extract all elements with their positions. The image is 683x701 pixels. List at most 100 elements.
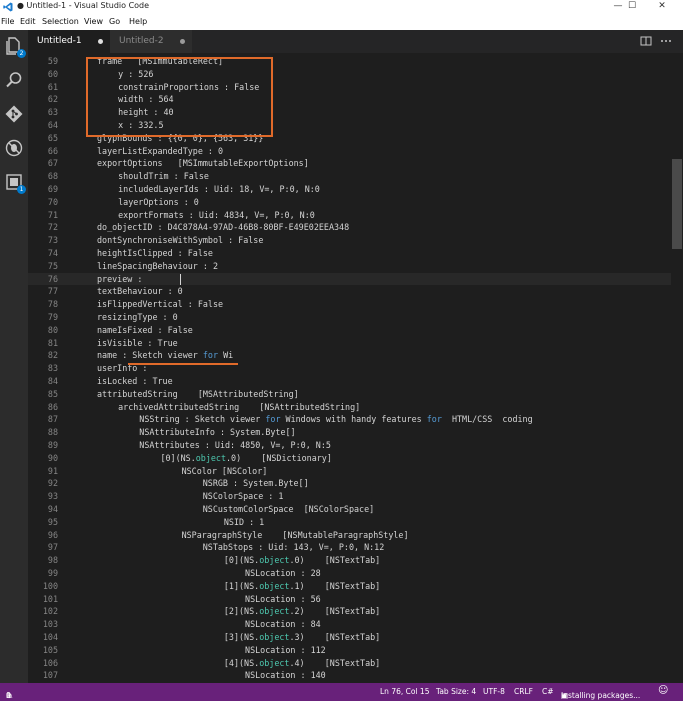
more-icon[interactable] bbox=[660, 35, 672, 47]
code-line[interactable]: 88 NSAttributeInfo : System.Byte[] bbox=[28, 426, 671, 439]
code-line[interactable]: 76 preview : bbox=[28, 272, 671, 286]
code-line[interactable]: 91 NSColor [NSColor] bbox=[28, 465, 671, 478]
scrollbar-thumb[interactable] bbox=[672, 159, 682, 249]
code-line[interactable]: 80 nameIsFixed : False bbox=[28, 324, 671, 337]
code-text: heightIsClipped : False bbox=[97, 248, 213, 258]
code-line[interactable]: 67 exportOptions [MSImmutableExportOption… bbox=[28, 157, 671, 170]
menu-bar: File Edit Selection View Go Help bbox=[0, 14, 683, 30]
line-number: 97 bbox=[47, 542, 58, 553]
code-line[interactable]: 89 NSAttributes : Uid: 4850, V=, P:0, N:5 bbox=[28, 439, 671, 452]
code-line[interactable]: 105 NSLocation : 112 bbox=[28, 644, 671, 657]
tab-untitled-2[interactable]: Untitled-2 bbox=[110, 30, 192, 53]
code-line[interactable]: 72 do_objectID : D4C878A4-97AD-46B8-80BF-… bbox=[28, 221, 671, 234]
tab-untitled-1[interactable]: Untitled-1 bbox=[28, 30, 110, 53]
code-line[interactable]: 87 NSString : Sketch viewer for Windows w… bbox=[28, 413, 671, 426]
line-number: 93 bbox=[47, 491, 58, 502]
code-line[interactable]: 107 NSLocation : 140 bbox=[28, 669, 671, 682]
code-line[interactable]: 96 NSParagraphStyle [NSMutableParagraphSt… bbox=[28, 529, 671, 542]
code-text: NSLocation : 140 bbox=[245, 670, 326, 681]
line-number: 77 bbox=[47, 286, 58, 297]
code-line[interactable]: 84 isLocked : True bbox=[28, 375, 671, 388]
language-mode[interactable]: C# bbox=[542, 687, 554, 696]
code-line[interactable]: 66 layerListExpandedType : 0 bbox=[28, 145, 671, 158]
code-text: dontSynchroniseWithSymbol : False bbox=[97, 235, 264, 246]
code-line[interactable]: 78 isFlippedVertical : False bbox=[28, 298, 671, 311]
line-number: 60 bbox=[47, 68, 58, 79]
smiley-icon[interactable]: ☺ bbox=[658, 685, 668, 696]
code-line[interactable]: 74 heightIsClipped : False bbox=[28, 247, 671, 260]
tab-size[interactable]: Tab Size: 4 bbox=[436, 687, 476, 696]
code-line[interactable]: 71 exportFormats : Uid: 4834, V=, P:0, N:… bbox=[28, 209, 671, 222]
close-button[interactable]: ✕ bbox=[649, 0, 675, 14]
menu-file[interactable]: File bbox=[1, 17, 14, 26]
code-line[interactable]: 82 name : Sketch viewer for Wi bbox=[28, 349, 671, 362]
code-line[interactable]: 97 NSTabStops : Uid: 143, V=, P:0, N:12 bbox=[28, 541, 671, 554]
dirty-dot-icon[interactable] bbox=[180, 39, 185, 44]
menu-view[interactable]: View bbox=[84, 17, 103, 26]
explorer-button[interactable]: 2 bbox=[4, 36, 26, 58]
code-line[interactable]: 79 resizingType : 0 bbox=[28, 311, 671, 324]
code-line[interactable]: 93 NSColorSpace : 1 bbox=[28, 490, 671, 503]
line-number: 90 bbox=[47, 452, 58, 463]
code-line[interactable]: 98 [0](NS.object.0) [NSTextTab] bbox=[28, 554, 671, 567]
status-bar: ⊗ 0 ⚠ 0 Ln 76, Col 15 Tab Size: 4 UTF-8 … bbox=[0, 683, 683, 701]
cursor-position[interactable]: Ln 76, Col 15 bbox=[380, 687, 429, 696]
menu-selection[interactable]: Selection bbox=[42, 17, 79, 26]
line-number: 92 bbox=[47, 478, 58, 489]
vertical-scrollbar[interactable] bbox=[671, 53, 683, 683]
code-line[interactable]: 103 NSLocation : 84 bbox=[28, 618, 671, 631]
menu-help[interactable]: Help bbox=[129, 17, 147, 26]
line-number: 88 bbox=[47, 427, 58, 438]
code-line[interactable]: 100 [1](NS.object.1) [NSTextTab] bbox=[28, 580, 671, 593]
menu-edit[interactable]: Edit bbox=[20, 17, 36, 26]
line-ending[interactable]: CRLF bbox=[514, 687, 533, 696]
code-line[interactable]: 83 userInfo : bbox=[28, 362, 671, 375]
line-number: 102 bbox=[42, 606, 58, 617]
source-control-button[interactable] bbox=[4, 104, 24, 124]
code-text: [4](NS.object.4) [NSTextTab] bbox=[223, 657, 381, 668]
code-line[interactable]: 69 includedLayerIds : Uid: 18, V=, P:0, N… bbox=[28, 183, 671, 196]
search-button[interactable] bbox=[4, 70, 24, 90]
maximize-button[interactable]: ☐ bbox=[619, 0, 645, 14]
menu-go[interactable]: Go bbox=[109, 17, 120, 26]
code-line[interactable]: 77 textBehaviour : 0 bbox=[28, 285, 671, 298]
code-line[interactable]: 94 NSCustomColorSpace [NSColorSpace] bbox=[28, 503, 671, 516]
split-editor-icon[interactable] bbox=[640, 35, 652, 47]
dirty-dot-icon[interactable] bbox=[98, 39, 103, 44]
code-line[interactable]: 102 [2](NS.object.2) [NSTextTab] bbox=[28, 605, 671, 618]
code-line[interactable]: 73 dontSynchroniseWithSymbol : False bbox=[28, 234, 671, 247]
code-text: NSRGB : System.Byte[] bbox=[202, 478, 309, 489]
line-number: 84 bbox=[47, 376, 58, 386]
code-line[interactable]: 99 NSLocation : 28 bbox=[28, 567, 671, 580]
code-line[interactable]: 75 lineSpacingBehaviour : 2 bbox=[28, 260, 671, 273]
extensions-badge: 1 bbox=[17, 185, 26, 194]
code-editor[interactable]: 59 frame [MSImmutableRect] 60 y : 526 61 cons… bbox=[28, 53, 671, 683]
code-text: name : Sketch viewer for Wi bbox=[97, 350, 234, 361]
code-line[interactable]: 86 archivedAttributedString [NSAttributed… bbox=[28, 401, 671, 414]
line-number: 71 bbox=[47, 209, 58, 220]
code-text: [0](NS.object.0) [NSDictionary] bbox=[160, 452, 332, 463]
tab-label: Untitled-1 bbox=[37, 36, 82, 46]
code-line[interactable]: 104 [3](NS.object.3) [NSTextTab] bbox=[28, 631, 671, 644]
code-line[interactable]: 92 NSRGB : System.Byte[] bbox=[28, 477, 671, 490]
code-line[interactable]: 81 isVisible : True bbox=[28, 337, 671, 350]
debug-button[interactable] bbox=[4, 138, 24, 158]
code-line[interactable]: 68 shouldTrim : False bbox=[28, 170, 671, 183]
code-line[interactable]: 85 attributedString [MSAttributedString] bbox=[28, 388, 671, 401]
code-text: NSParagraphStyle [NSMutableParagraphStyl… bbox=[181, 529, 409, 540]
line-number: 82 bbox=[47, 350, 58, 361]
code-text: exportOptions [MSImmutableExportOptions] bbox=[97, 158, 309, 169]
code-text: isFlippedVertical : False bbox=[97, 299, 224, 310]
code-text: NSAttributeInfo : System.Byte[] bbox=[139, 427, 296, 438]
code-line[interactable]: 101 NSLocation : 56 bbox=[28, 593, 671, 606]
text-cursor bbox=[180, 273, 181, 285]
extensions-button[interactable]: 1 bbox=[4, 172, 26, 194]
code-line[interactable]: 106 [4](NS.object.4) [NSTextTab] bbox=[28, 657, 671, 670]
code-line[interactable]: 95 NSID : 1 bbox=[28, 516, 671, 529]
code-line[interactable]: 70 layerOptions : 0 bbox=[28, 196, 671, 209]
line-number: 106 bbox=[42, 657, 58, 668]
code-line[interactable]: 90 [0](NS.object.0) [NSDictionary] bbox=[28, 452, 671, 465]
line-number: 70 bbox=[47, 196, 58, 207]
encoding[interactable]: UTF-8 bbox=[483, 687, 505, 696]
line-number: 83 bbox=[47, 363, 58, 374]
